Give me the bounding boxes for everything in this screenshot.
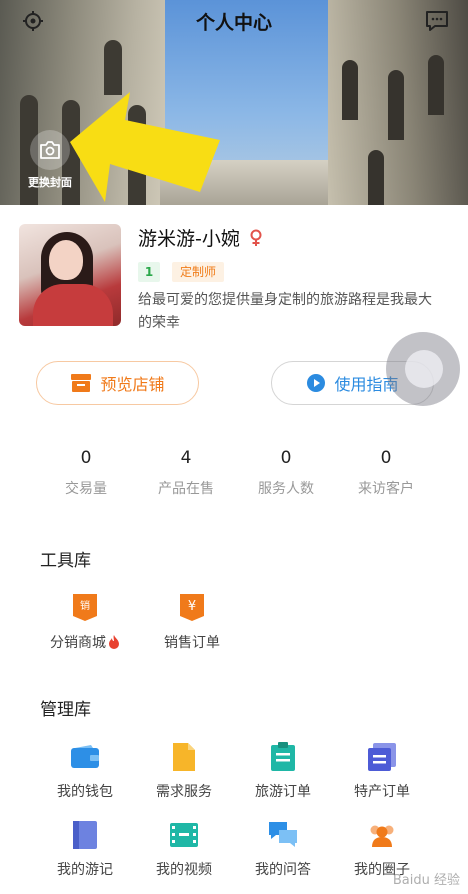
stat-label: 产品在售 [158,481,214,497]
manage-item-qa[interactable]: 我的问答 [233,820,333,879]
manage-item-travel-notes[interactable]: 我的游记 [35,820,135,879]
role-badge: 定制师 [172,262,225,282]
travel-notes-icon [70,820,100,850]
watermark: Baidu 经验 [392,873,460,888]
tool-label: 分销商城 [40,632,130,652]
manage-item-specialty-order[interactable]: 特产订单 [332,742,432,801]
tool-sales-order[interactable]: ¥ 销售订单 [147,592,237,652]
profile-name: 游米游-小婉 [138,228,240,250]
stat-label: 服务人数 [258,481,314,497]
management-section-title: 管理库 [40,700,91,720]
profile-name-row: 游米游-小婉 [138,224,264,251]
fire-icon [109,635,119,649]
manage-item-travel-order[interactable]: 旅游订单 [233,742,333,801]
stat-label: 来访客户 [358,481,414,497]
stat-value: 0 [80,448,92,468]
manage-item-demand-service[interactable]: 需求服务 [134,742,234,801]
grid-label: 我的钱包 [57,784,113,800]
wallet-icon [70,742,100,772]
sales-order-icon: ¥ [177,592,207,622]
profile-badges: 1 定制师 [138,262,225,282]
grid-label: 我的问答 [255,862,311,878]
grid-label: 旅游订单 [255,784,311,800]
stat-served-people[interactable]: 0 服务人数 [236,448,336,498]
stat-visitors[interactable]: 0 来访客户 [336,448,436,498]
circle-icon [367,820,397,850]
stat-value: 0 [380,448,392,468]
demand-service-icon [169,742,199,772]
tools-section-title: 工具库 [40,551,91,571]
stat-transactions[interactable]: 0 交易量 [36,448,136,498]
grid-label: 特产订单 [354,784,410,800]
manage-item-video[interactable]: 我的视频 [134,820,234,879]
specialty-order-icon [367,742,397,772]
touch-indicator-center [405,350,443,388]
manage-item-wallet[interactable]: 我的钱包 [35,742,135,801]
svg-text:¥: ¥ [188,599,196,614]
female-icon [250,229,262,246]
travel-order-icon [268,742,298,772]
tool-label: 销售订单 [147,632,237,652]
chat-bubble-icon [426,11,448,31]
grid-label: 我的游记 [57,862,113,878]
tool-label-text: 销售订单 [164,635,220,651]
grid-label: 需求服务 [156,784,212,800]
video-icon [169,820,199,850]
profile-bio: 给最可爱的您提供量身定制的旅游路程是我最大的荣幸 [138,292,432,331]
distribution-mall-icon: 销 [70,592,100,622]
preview-shop-button[interactable]: 预览店铺 [36,361,199,405]
tool-distribution-mall[interactable]: 销 分销商城 [40,592,130,652]
shop-icon [71,374,92,392]
annotation-arrow-icon [70,92,220,202]
page-title: 个人中心 [195,12,272,34]
stat-label: 交易量 [65,481,107,497]
grid-label: 我的视频 [156,862,212,878]
level-badge: 1 [138,262,160,282]
message-button[interactable] [422,6,452,36]
play-icon [307,374,326,392]
stat-value: 4 [180,448,192,468]
tool-label-text: 分销商城 [50,635,106,651]
svg-text:销: 销 [80,599,90,612]
stats-row: 0 交易量 4 产品在售 0 服务人数 0 来访客户 [36,448,436,498]
stat-value: 0 [280,448,292,468]
stat-products-on-sale[interactable]: 4 产品在售 [136,448,236,498]
avatar[interactable] [19,224,121,326]
preview-shop-label: 预览店铺 [100,375,165,394]
qa-icon [268,820,298,850]
